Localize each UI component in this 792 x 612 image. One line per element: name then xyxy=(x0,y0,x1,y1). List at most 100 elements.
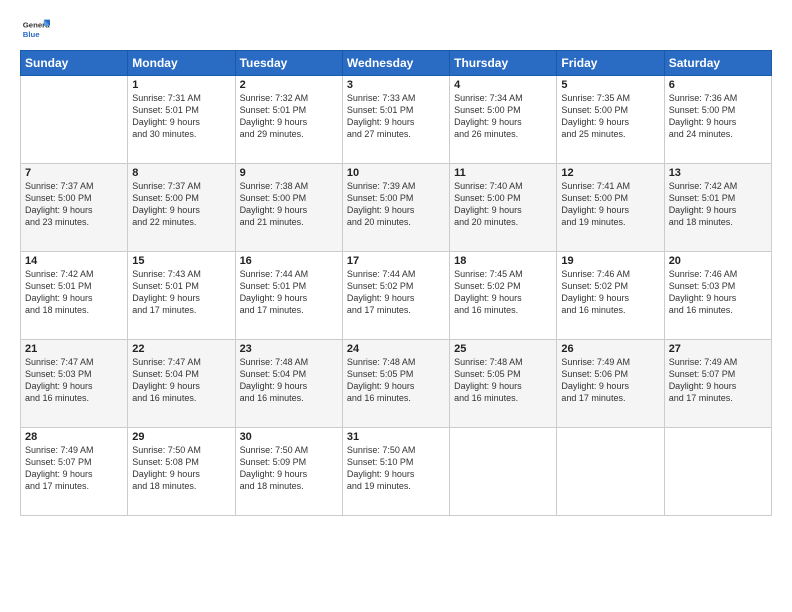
day-info: Sunrise: 7:50 AM Sunset: 5:09 PM Dayligh… xyxy=(240,444,338,493)
day-number: 20 xyxy=(669,255,767,267)
day-info: Sunrise: 7:35 AM Sunset: 5:00 PM Dayligh… xyxy=(561,92,659,141)
day-number: 30 xyxy=(240,431,338,443)
day-number: 27 xyxy=(669,343,767,355)
day-number: 5 xyxy=(561,79,659,91)
day-info: Sunrise: 7:48 AM Sunset: 5:04 PM Dayligh… xyxy=(240,356,338,405)
day-number: 8 xyxy=(132,167,230,179)
day-info: Sunrise: 7:49 AM Sunset: 5:07 PM Dayligh… xyxy=(669,356,767,405)
calendar-cell: 17Sunrise: 7:44 AM Sunset: 5:02 PM Dayli… xyxy=(342,252,449,340)
calendar-table: SundayMondayTuesdayWednesdayThursdayFrid… xyxy=(20,50,772,516)
calendar-cell: 27Sunrise: 7:49 AM Sunset: 5:07 PM Dayli… xyxy=(664,340,771,428)
calendar-cell xyxy=(450,428,557,516)
calendar-cell: 2Sunrise: 7:32 AM Sunset: 5:01 PM Daylig… xyxy=(235,76,342,164)
calendar-cell xyxy=(21,76,128,164)
calendar-cell: 15Sunrise: 7:43 AM Sunset: 5:01 PM Dayli… xyxy=(128,252,235,340)
calendar-cell: 13Sunrise: 7:42 AM Sunset: 5:01 PM Dayli… xyxy=(664,164,771,252)
day-number: 28 xyxy=(25,431,123,443)
calendar-week-4: 21Sunrise: 7:47 AM Sunset: 5:03 PM Dayli… xyxy=(21,340,772,428)
day-number: 23 xyxy=(240,343,338,355)
day-number: 11 xyxy=(454,167,552,179)
day-info: Sunrise: 7:50 AM Sunset: 5:08 PM Dayligh… xyxy=(132,444,230,493)
day-info: Sunrise: 7:42 AM Sunset: 5:01 PM Dayligh… xyxy=(25,268,123,317)
day-number: 18 xyxy=(454,255,552,267)
day-info: Sunrise: 7:49 AM Sunset: 5:06 PM Dayligh… xyxy=(561,356,659,405)
day-info: Sunrise: 7:46 AM Sunset: 5:03 PM Dayligh… xyxy=(669,268,767,317)
calendar-week-2: 7Sunrise: 7:37 AM Sunset: 5:00 PM Daylig… xyxy=(21,164,772,252)
day-info: Sunrise: 7:44 AM Sunset: 5:01 PM Dayligh… xyxy=(240,268,338,317)
calendar-cell: 16Sunrise: 7:44 AM Sunset: 5:01 PM Dayli… xyxy=(235,252,342,340)
day-info: Sunrise: 7:36 AM Sunset: 5:00 PM Dayligh… xyxy=(669,92,767,141)
calendar-cell: 18Sunrise: 7:45 AM Sunset: 5:02 PM Dayli… xyxy=(450,252,557,340)
calendar-cell: 29Sunrise: 7:50 AM Sunset: 5:08 PM Dayli… xyxy=(128,428,235,516)
calendar-cell: 3Sunrise: 7:33 AM Sunset: 5:01 PM Daylig… xyxy=(342,76,449,164)
calendar-cell: 25Sunrise: 7:48 AM Sunset: 5:05 PM Dayli… xyxy=(450,340,557,428)
day-number: 14 xyxy=(25,255,123,267)
day-number: 26 xyxy=(561,343,659,355)
weekday-header-tuesday: Tuesday xyxy=(235,51,342,76)
day-info: Sunrise: 7:39 AM Sunset: 5:00 PM Dayligh… xyxy=(347,180,445,229)
day-number: 21 xyxy=(25,343,123,355)
day-info: Sunrise: 7:37 AM Sunset: 5:00 PM Dayligh… xyxy=(132,180,230,229)
day-info: Sunrise: 7:49 AM Sunset: 5:07 PM Dayligh… xyxy=(25,444,123,493)
calendar-cell xyxy=(664,428,771,516)
page-header: General Blue xyxy=(20,18,772,40)
calendar-week-1: 1Sunrise: 7:31 AM Sunset: 5:01 PM Daylig… xyxy=(21,76,772,164)
day-number: 4 xyxy=(454,79,552,91)
calendar-cell: 28Sunrise: 7:49 AM Sunset: 5:07 PM Dayli… xyxy=(21,428,128,516)
day-number: 3 xyxy=(347,79,445,91)
calendar-week-3: 14Sunrise: 7:42 AM Sunset: 5:01 PM Dayli… xyxy=(21,252,772,340)
weekday-header-row: SundayMondayTuesdayWednesdayThursdayFrid… xyxy=(21,51,772,76)
day-number: 2 xyxy=(240,79,338,91)
weekday-header-sunday: Sunday xyxy=(21,51,128,76)
weekday-header-friday: Friday xyxy=(557,51,664,76)
logo-icon: General Blue xyxy=(22,18,50,40)
calendar-page: General Blue SundayMondayTuesdayWednesda… xyxy=(0,0,792,612)
day-info: Sunrise: 7:40 AM Sunset: 5:00 PM Dayligh… xyxy=(454,180,552,229)
day-info: Sunrise: 7:47 AM Sunset: 5:04 PM Dayligh… xyxy=(132,356,230,405)
day-number: 13 xyxy=(669,167,767,179)
day-number: 12 xyxy=(561,167,659,179)
day-number: 6 xyxy=(669,79,767,91)
day-info: Sunrise: 7:45 AM Sunset: 5:02 PM Dayligh… xyxy=(454,268,552,317)
calendar-cell: 5Sunrise: 7:35 AM Sunset: 5:00 PM Daylig… xyxy=(557,76,664,164)
day-info: Sunrise: 7:48 AM Sunset: 5:05 PM Dayligh… xyxy=(347,356,445,405)
calendar-cell: 4Sunrise: 7:34 AM Sunset: 5:00 PM Daylig… xyxy=(450,76,557,164)
day-number: 9 xyxy=(240,167,338,179)
calendar-cell: 23Sunrise: 7:48 AM Sunset: 5:04 PM Dayli… xyxy=(235,340,342,428)
day-info: Sunrise: 7:37 AM Sunset: 5:00 PM Dayligh… xyxy=(25,180,123,229)
calendar-cell: 12Sunrise: 7:41 AM Sunset: 5:00 PM Dayli… xyxy=(557,164,664,252)
logo: General Blue xyxy=(20,18,54,40)
weekday-header-saturday: Saturday xyxy=(664,51,771,76)
weekday-header-wednesday: Wednesday xyxy=(342,51,449,76)
day-info: Sunrise: 7:31 AM Sunset: 5:01 PM Dayligh… xyxy=(132,92,230,141)
day-number: 16 xyxy=(240,255,338,267)
calendar-cell: 19Sunrise: 7:46 AM Sunset: 5:02 PM Dayli… xyxy=(557,252,664,340)
day-info: Sunrise: 7:38 AM Sunset: 5:00 PM Dayligh… xyxy=(240,180,338,229)
day-number: 15 xyxy=(132,255,230,267)
calendar-cell: 8Sunrise: 7:37 AM Sunset: 5:00 PM Daylig… xyxy=(128,164,235,252)
calendar-cell xyxy=(557,428,664,516)
weekday-header-monday: Monday xyxy=(128,51,235,76)
calendar-cell: 11Sunrise: 7:40 AM Sunset: 5:00 PM Dayli… xyxy=(450,164,557,252)
calendar-cell: 20Sunrise: 7:46 AM Sunset: 5:03 PM Dayli… xyxy=(664,252,771,340)
day-info: Sunrise: 7:48 AM Sunset: 5:05 PM Dayligh… xyxy=(454,356,552,405)
day-number: 1 xyxy=(132,79,230,91)
day-info: Sunrise: 7:46 AM Sunset: 5:02 PM Dayligh… xyxy=(561,268,659,317)
calendar-cell: 10Sunrise: 7:39 AM Sunset: 5:00 PM Dayli… xyxy=(342,164,449,252)
svg-text:Blue: Blue xyxy=(23,30,41,39)
calendar-cell: 24Sunrise: 7:48 AM Sunset: 5:05 PM Dayli… xyxy=(342,340,449,428)
day-number: 10 xyxy=(347,167,445,179)
day-info: Sunrise: 7:42 AM Sunset: 5:01 PM Dayligh… xyxy=(669,180,767,229)
calendar-week-5: 28Sunrise: 7:49 AM Sunset: 5:07 PM Dayli… xyxy=(21,428,772,516)
calendar-header: SundayMondayTuesdayWednesdayThursdayFrid… xyxy=(21,51,772,76)
day-info: Sunrise: 7:34 AM Sunset: 5:00 PM Dayligh… xyxy=(454,92,552,141)
calendar-cell: 22Sunrise: 7:47 AM Sunset: 5:04 PM Dayli… xyxy=(128,340,235,428)
day-number: 25 xyxy=(454,343,552,355)
day-info: Sunrise: 7:43 AM Sunset: 5:01 PM Dayligh… xyxy=(132,268,230,317)
day-info: Sunrise: 7:44 AM Sunset: 5:02 PM Dayligh… xyxy=(347,268,445,317)
calendar-cell: 6Sunrise: 7:36 AM Sunset: 5:00 PM Daylig… xyxy=(664,76,771,164)
day-number: 7 xyxy=(25,167,123,179)
day-info: Sunrise: 7:41 AM Sunset: 5:00 PM Dayligh… xyxy=(561,180,659,229)
calendar-cell: 21Sunrise: 7:47 AM Sunset: 5:03 PM Dayli… xyxy=(21,340,128,428)
calendar-cell: 9Sunrise: 7:38 AM Sunset: 5:00 PM Daylig… xyxy=(235,164,342,252)
